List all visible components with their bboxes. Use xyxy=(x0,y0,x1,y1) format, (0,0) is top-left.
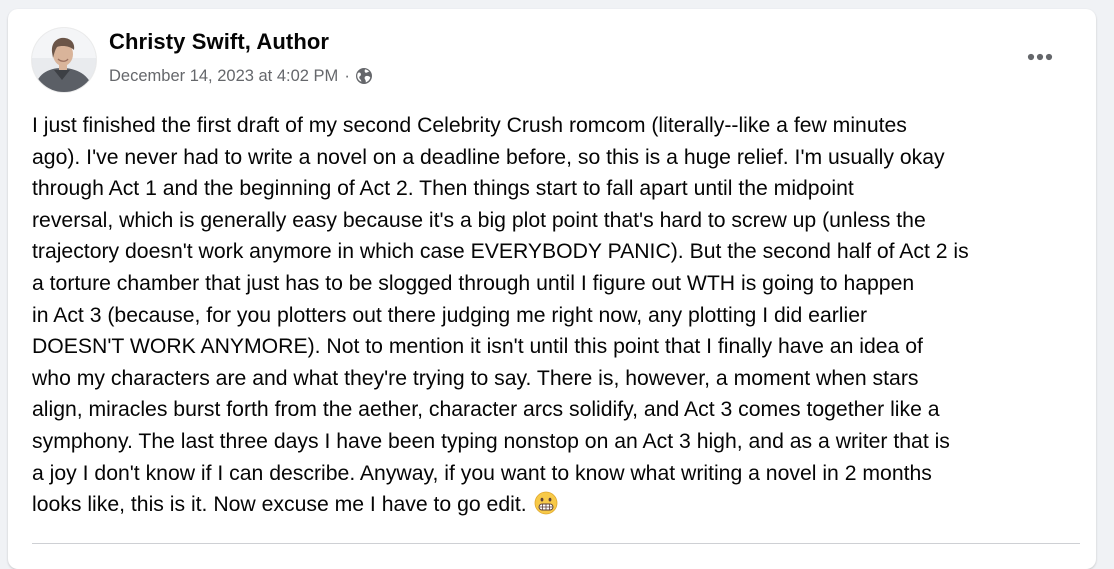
post-meta: December 14, 2023 at 4:02 PM · xyxy=(109,65,373,87)
grimacing-face-emoji xyxy=(534,491,558,515)
post-divider xyxy=(32,543,1080,544)
globe-icon[interactable] xyxy=(355,67,373,85)
post-card: Christy Swift, Author December 14, 2023 … xyxy=(8,9,1096,569)
author-avatar[interactable] xyxy=(32,28,96,92)
post-timestamp[interactable]: December 14, 2023 at 4:02 PM xyxy=(109,67,338,86)
author-name[interactable]: Christy Swift, Author xyxy=(109,29,329,55)
author-avatar-image xyxy=(32,28,96,92)
more-horizontal-icon xyxy=(1027,53,1053,61)
post-message: I just finished the first draft of my se… xyxy=(32,110,1080,521)
post-message-text: I just finished the first draft of my se… xyxy=(32,114,969,517)
more-options-button[interactable] xyxy=(1020,41,1060,73)
meta-separator: · xyxy=(344,66,350,85)
